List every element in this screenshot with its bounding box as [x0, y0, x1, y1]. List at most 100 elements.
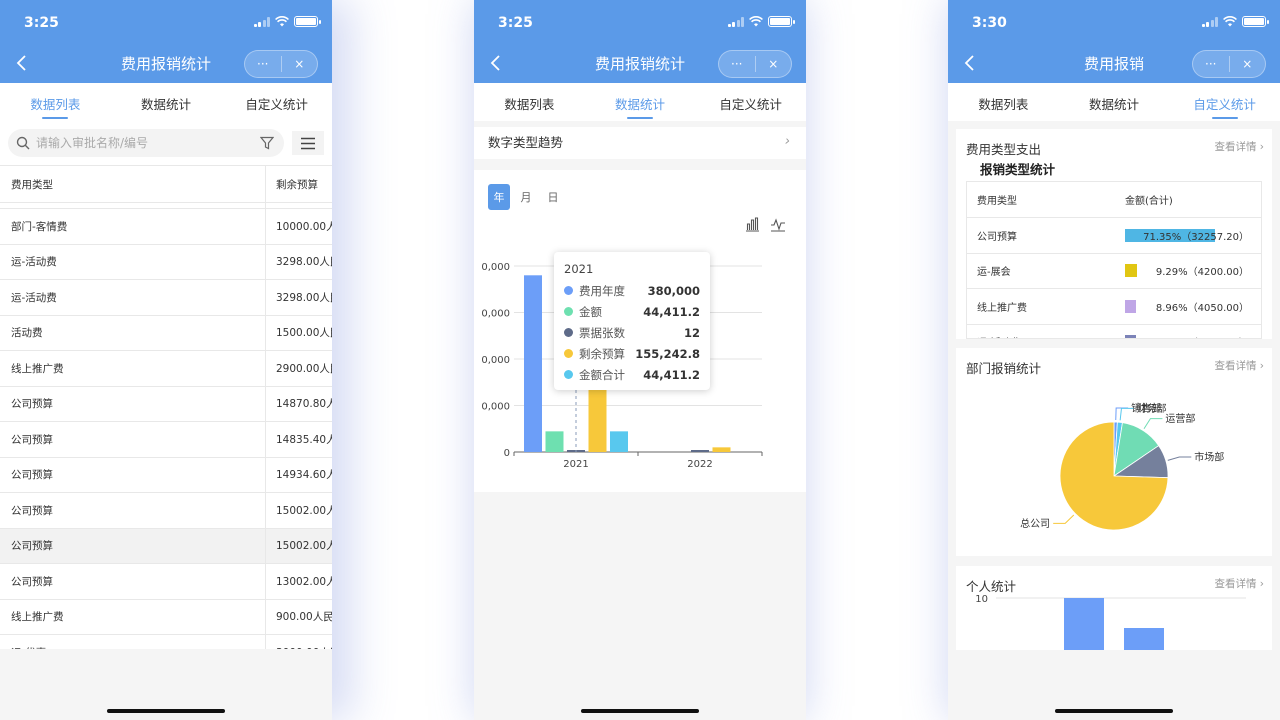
- table-row[interactable]: 活动费 1500.00人民币: [0, 315, 332, 351]
- table-row[interactable]: 线上推广费 2900.00人民币: [0, 351, 332, 387]
- cell-remaining-budget: 1500.00人民币: [276, 327, 332, 340]
- line-chart-icon[interactable]: [770, 216, 786, 232]
- trend-type-selector[interactable]: 数字类型趋势 ›: [474, 121, 806, 159]
- bar-2021-3[interactable]: [588, 379, 607, 452]
- x-tick-label: 2021: [563, 459, 588, 470]
- cell-remaining-budget: 10000.00人民币: [276, 220, 332, 233]
- spacer-cell: [266, 203, 332, 208]
- header-expense-type: 费用类型: [977, 196, 1017, 207]
- card-title: 费用类型支出: [966, 142, 1042, 157]
- table-row[interactable]: 运-优惠3000.00人民币: [0, 635, 332, 649]
- table-row[interactable]: 线上推广费 8.96%（4050.00）: [967, 289, 1261, 325]
- table-row[interactable]: 公司预算 14835.40人民币: [0, 422, 332, 458]
- cell-remaining-budget: 3000.00人民币: [266, 635, 332, 649]
- y-tick-label: 0,000: [481, 402, 510, 413]
- table-row[interactable]: 运-活动费 7.29%（3298.00）: [967, 325, 1261, 338]
- cell-remaining-budget: 3298.00人民币: [276, 256, 332, 269]
- series-dot-icon: [564, 307, 573, 316]
- search-input[interactable]: [36, 133, 246, 153]
- tab-data-list[interactable]: 数据列表: [474, 83, 585, 121]
- period-day-button[interactable]: 日: [542, 184, 564, 210]
- personal-bar-0[interactable]: [1064, 598, 1104, 650]
- view-details-link[interactable]: 查看详情 ›: [1214, 139, 1264, 154]
- tab-data-list[interactable]: 数据列表: [948, 83, 1059, 121]
- signal-icon: [727, 16, 744, 27]
- close-button[interactable]: ×: [756, 57, 792, 71]
- cell-amount: 9.29%（4200.00）: [1125, 254, 1261, 289]
- phone-screen-data-stats: 3:25 费用报销统计 ··· × 数据列表 数据统计 自定义统计 数字类型趋势…: [474, 0, 806, 720]
- personal-card: 个人统计 查看详情 › 810: [956, 566, 1272, 650]
- table-row[interactable]: 公司预算 15002.00人民币: [0, 493, 332, 529]
- tab-data-stats[interactable]: 数据统计: [111, 83, 222, 121]
- table-row[interactable]: 运-展会 9.29%（4200.00）: [967, 254, 1261, 289]
- bar-2021-0[interactable]: [524, 275, 542, 452]
- home-indicator: [581, 709, 699, 713]
- period-year-button[interactable]: 年: [488, 184, 510, 210]
- chart-tooltip: 2021 费用年度 380,000 金额 44,411.2 票据张数 12 剩余预算 155,…: [554, 252, 710, 390]
- filter-icon[interactable]: [260, 136, 274, 150]
- series-dot-icon: [564, 286, 573, 295]
- amount-label: 9.29%（4200.00）: [1155, 267, 1249, 279]
- status-icons: [727, 16, 795, 27]
- period-month-button[interactable]: 月: [515, 184, 537, 210]
- tooltip-row: 金额合计 44,411.2: [564, 364, 700, 385]
- series-dot-icon: [564, 370, 573, 379]
- pie-label: 财务部: [1136, 402, 1166, 415]
- tooltip-row: 剩余预算 155,242.8: [564, 343, 700, 364]
- cell-expense-type: 线上推广费: [977, 302, 1027, 314]
- view-details-label: 查看详情: [1214, 360, 1257, 372]
- pie-label-line: [1115, 407, 1129, 421]
- table-row[interactable]: 公司预算 13002.00人民币: [0, 564, 332, 600]
- reimbursement-type-table: 费用类型 金额(合计) 公司预算 71.35%（32257.20） 运-展会 9.29…: [966, 181, 1262, 339]
- personal-bar-chart: 810: [975, 594, 1246, 650]
- bar-2022-3[interactable]: [712, 447, 731, 452]
- signal-icon: [253, 16, 270, 27]
- mini-program-capsule: ··· ×: [718, 50, 792, 78]
- more-button[interactable]: ···: [719, 57, 755, 71]
- personal-bar-1[interactable]: [1124, 628, 1164, 650]
- cell-expense-type: 线上推广费: [0, 599, 266, 634]
- trend-type-label: 数字类型趋势: [488, 135, 564, 150]
- list-menu-icon[interactable]: [292, 131, 324, 155]
- cell-expense-type: 公司预算: [0, 386, 266, 421]
- cell-remaining-budget: 14835.40人民币: [276, 433, 332, 446]
- close-button[interactable]: ×: [1230, 57, 1266, 71]
- chevron-right-icon: ›: [1259, 360, 1264, 372]
- cell-expense-type: 运-活动费: [967, 334, 1125, 338]
- table-row[interactable]: 运-活动费 3298.00人民币: [0, 244, 332, 280]
- more-button[interactable]: ···: [245, 57, 281, 71]
- tab-data-stats[interactable]: 数据统计: [585, 83, 696, 121]
- tab-custom-stats[interactable]: 自定义统计: [695, 83, 806, 121]
- table-row[interactable]: 运-活动费 3298.00人民币: [0, 280, 332, 316]
- table-row[interactable]: 公司预算 14870.80人民币: [0, 386, 332, 422]
- bar-2021-1[interactable]: [545, 431, 564, 452]
- phone-screen-custom-stats: 3:30 费用报销 ··· × 数据列表 数据统计 自定义统计 费用类型支出 查…: [948, 0, 1280, 720]
- close-button[interactable]: ×: [282, 57, 318, 71]
- tooltip-series-value: 12: [683, 325, 700, 340]
- bar-2022-2[interactable]: [691, 450, 709, 452]
- bar-2021-4[interactable]: [610, 431, 628, 452]
- table-row[interactable]: 公司预算 15002.00人民币: [0, 528, 332, 564]
- status-time: 3:25: [498, 15, 533, 31]
- table-row[interactable]: 公司预算 71.35%（32257.20）: [967, 218, 1261, 254]
- tab-data-stats[interactable]: 数据统计: [1059, 83, 1170, 121]
- amount-label: 71.35%（32257.20）: [1143, 231, 1249, 243]
- wifi-icon: [275, 16, 289, 27]
- table-row[interactable]: 线上推广费 900.00人民币: [0, 599, 332, 635]
- view-details-link[interactable]: 查看详情 ›: [1214, 358, 1264, 373]
- table-row[interactable]: 公司预算 14934.60人民币: [0, 457, 332, 493]
- bar-chart-icon[interactable]: [744, 216, 760, 232]
- table-row[interactable]: 部门-客情费 10000.00人民币: [0, 209, 332, 245]
- period-switch: 年 月 日: [488, 184, 569, 210]
- y-tick-label: 0,000: [481, 309, 510, 320]
- spacer-cell: [0, 203, 266, 208]
- tab-custom-stats[interactable]: 自定义统计: [1169, 83, 1280, 121]
- cell-remaining-budget: 2900.00人民币: [276, 362, 332, 375]
- tab-custom-stats[interactable]: 自定义统计: [221, 83, 332, 121]
- more-button[interactable]: ···: [1193, 57, 1229, 71]
- tab-data-list[interactable]: 数据列表: [0, 83, 111, 121]
- card-title: 部门报销统计: [966, 361, 1042, 376]
- cell-expense-type: 运-活动费: [0, 244, 266, 279]
- department-pie-chart: 销售部财务部运营部市场部总公司: [1020, 402, 1224, 531]
- chart-tools: [744, 216, 786, 232]
